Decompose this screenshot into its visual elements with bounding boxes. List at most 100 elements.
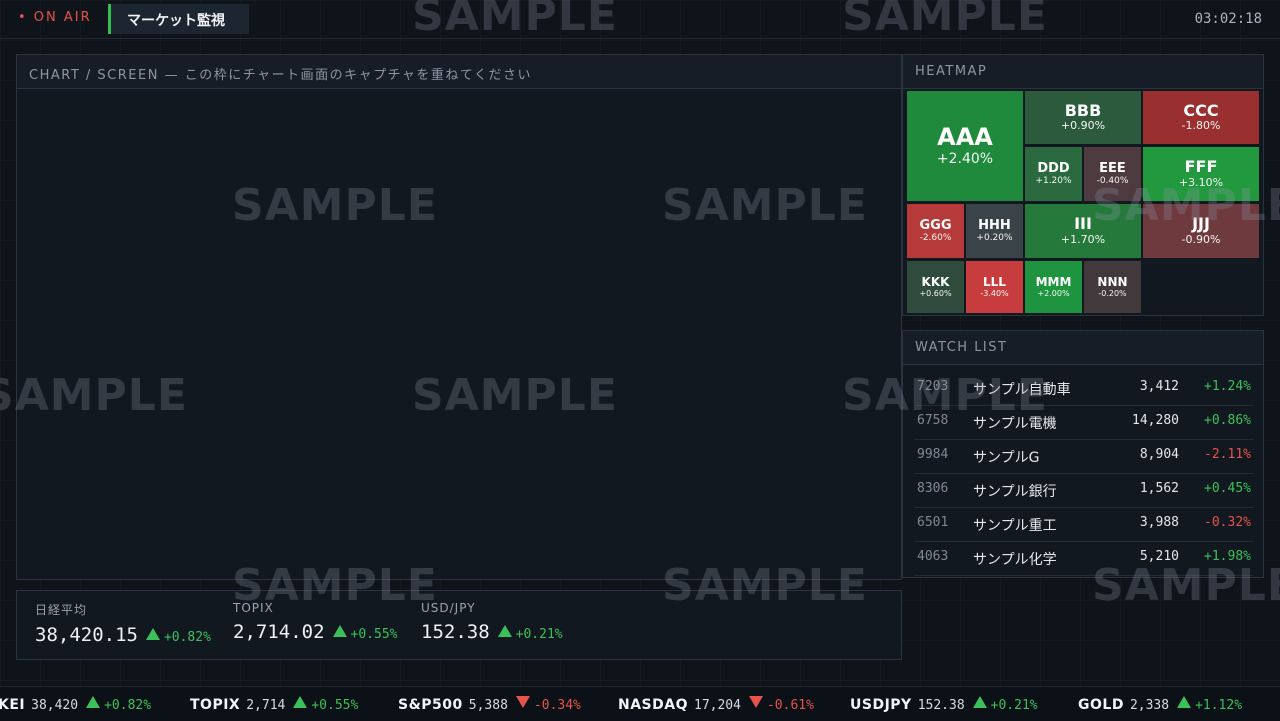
stock-change: +1.98% (1204, 549, 1251, 564)
heatmap-cell-iii[interactable]: III +1.70% (1025, 204, 1141, 258)
heatmap-grid: AAA +2.40% BBB +0.90% CCC -1.80% DDD +1.20% EEE -… (903, 55, 1263, 315)
heatmap-symbol: CCC (1183, 100, 1219, 120)
heatmap-symbol: GGG (919, 218, 952, 234)
index-usdjpy-block: USD/JPY 152.38 +0.21% (421, 601, 563, 643)
stock-code: 7203 (917, 379, 949, 394)
ticker-item-usdjpy[interactable]: USDJPY 152.38 +0.21% (850, 696, 1038, 713)
heatmap-symbol: LLL (983, 275, 1006, 290)
heatmap-cell-bbb[interactable]: BBB +0.90% (1025, 91, 1141, 144)
index-label: USD/JPY (421, 601, 476, 615)
heatmap-change: -1.80% (1181, 119, 1221, 133)
index-line: 152.38 +0.21% (421, 621, 563, 643)
stock-name: サンプルG (973, 450, 1040, 466)
watchlist-row[interactable]: 6758 サンプル電機 14,280 +0.86% (915, 405, 1253, 440)
ticker-change: +1.12% (1195, 698, 1243, 713)
ticker-item-kei[interactable]: KEI 38,420 +0.82% (0, 696, 151, 713)
heatmap-panel: HEATMAP AAA +2.40% BBB +0.90% CCC -1.80% DDD +1… (902, 54, 1264, 316)
heatmap-change: -0.40% (1096, 175, 1129, 186)
heatmap-symbol: MMM (1035, 275, 1072, 290)
top-bar: • ON AIR マーケット監視 03:02:18 (0, 0, 1280, 39)
up-triangle-icon (293, 696, 308, 708)
chart-panel-title: CHART / SCREEN — この枠にチャート画面のキャプチャを重ねてくださ… (17, 55, 901, 89)
index-change: +0.82% (163, 630, 211, 645)
heatmap-change: +0.20% (976, 232, 1013, 243)
index-change: +0.21% (515, 627, 563, 642)
heatmap-change: +1.70% (1060, 232, 1106, 246)
ticker-change: -0.34% (533, 698, 581, 713)
ticker-change: +0.21% (990, 698, 1038, 713)
index-value: 2,714.02 (233, 621, 325, 643)
heatmap-cell-ggg[interactable]: GGG -2.60% (907, 204, 964, 258)
ticker-value: 5,388 (468, 698, 508, 713)
ticker-change: -0.61% (766, 698, 814, 713)
heatmap-symbol: DDD (1037, 161, 1070, 177)
watchlist-row[interactable]: 8306 サンプル銀行 1,562 +0.45% (915, 473, 1253, 508)
watchlist-row[interactable]: 9984 サンプルG 8,904 -2.11% (915, 439, 1253, 474)
heatmap-cell-aaa[interactable]: AAA +2.40% (907, 91, 1023, 201)
heatmap-change: +1.20% (1035, 175, 1072, 186)
heatmap-cell-kkk[interactable]: KKK +0.60% (907, 261, 964, 313)
ticker-item-sp500[interactable]: S&P500 5,388 -0.34% (398, 696, 581, 713)
stock-change: -2.11% (1204, 447, 1251, 462)
heatmap-cell-mmm[interactable]: MMM +2.00% (1025, 261, 1082, 313)
ticker-symbol: USDJPY (850, 697, 912, 713)
heatmap-cell-ddd[interactable]: DDD +1.20% (1025, 147, 1082, 201)
heatmap-change: +2.00% (1037, 288, 1070, 298)
up-triangle-icon (1177, 696, 1192, 708)
heatmap-symbol: KKK (921, 275, 950, 290)
ticker-symbol: KEI (0, 697, 26, 713)
index-line: 38,420.15 +0.82% (35, 624, 211, 646)
ticker-item-topix[interactable]: TOPIX 2,714 +0.55% (190, 696, 358, 713)
ticker-symbol: GOLD (1078, 697, 1124, 713)
heatmap-cell-lll[interactable]: LLL -3.40% (966, 261, 1023, 313)
watchlist-row[interactable]: 6501 サンプル重工 3,988 -0.32% (915, 507, 1253, 542)
down-triangle-icon (748, 696, 763, 708)
ticker-symbol: NASDAQ (618, 697, 688, 713)
up-triangle-icon (497, 625, 512, 637)
ticker-value: 2,338 (1129, 698, 1170, 713)
heatmap-change: +3.10% (1178, 175, 1224, 189)
heatmap-change: -0.90% (1181, 232, 1221, 246)
stock-change: +0.86% (1204, 413, 1251, 428)
ticker-change: +0.82% (104, 698, 152, 713)
stock-price: 1,562 (1139, 481, 1179, 496)
stock-code: 6501 (917, 515, 949, 530)
title-box: マーケット監視 (108, 4, 249, 34)
watchlist-row[interactable]: 4063 サンプル化学 5,210 +1.98% (915, 541, 1253, 576)
index-change: +0.55% (350, 627, 398, 642)
ticker-symbol: S&P500 (398, 697, 463, 713)
index-line: 2,714.02 +0.55% (233, 621, 397, 643)
stock-price: 3,412 (1139, 379, 1179, 394)
heatmap-cell-nnn[interactable]: NNN -0.20% (1084, 261, 1141, 313)
ticker-symbol: TOPIX (190, 697, 241, 713)
watchlist-panel: WATCH LIST 7203 サンプル自動車 3,412 +1.24% 6758 サンプ… (902, 330, 1264, 578)
ticker-item-gold[interactable]: GOLD 2,338 +1.12% (1078, 696, 1242, 713)
heatmap-change: -2.60% (919, 232, 952, 243)
stock-code: 8306 (917, 481, 949, 496)
stock-change: +1.24% (1204, 379, 1251, 394)
clock: 03:02:18 (1194, 11, 1262, 27)
heatmap-symbol: AAA (937, 123, 993, 152)
up-triangle-icon (145, 628, 160, 640)
stock-code: 4063 (917, 549, 949, 564)
heatmap-cell-ccc[interactable]: CCC -1.80% (1143, 91, 1259, 144)
heatmap-cell-eee[interactable]: EEE -0.40% (1084, 147, 1141, 201)
up-triangle-icon (86, 696, 101, 708)
up-triangle-icon (972, 696, 987, 708)
chart-screen-panel: CHART / SCREEN — この枠にチャート画面のキャプチャを重ねてくださ… (16, 54, 902, 580)
heatmap-symbol: BBB (1064, 100, 1102, 120)
heatmap-symbol: III (1074, 214, 1092, 234)
watchlist-row[interactable]: 7203 サンプル自動車 3,412 +1.24% (915, 371, 1253, 406)
stock-name: サンプル化学 (973, 552, 1057, 568)
heatmap-cell-fff[interactable]: FFF +3.10% (1143, 147, 1259, 201)
stock-name: サンプル自動車 (973, 382, 1071, 398)
heatmap-cell-hhh[interactable]: HHH +0.20% (966, 204, 1023, 258)
watchlist-title: WATCH LIST (903, 331, 1263, 365)
index--block: 日経平均 38,420.15 +0.82% (35, 601, 211, 646)
ticker-change: +0.55% (311, 698, 359, 713)
ticker-item-nasdaq[interactable]: NASDAQ 17,204 -0.61% (618, 696, 814, 713)
heatmap-change: +0.60% (919, 288, 952, 298)
on-air-indicator: • ON AIR (18, 10, 92, 25)
heatmap-change: -0.20% (1098, 288, 1127, 298)
heatmap-cell-jjj[interactable]: JJJ -0.90% (1143, 204, 1259, 258)
